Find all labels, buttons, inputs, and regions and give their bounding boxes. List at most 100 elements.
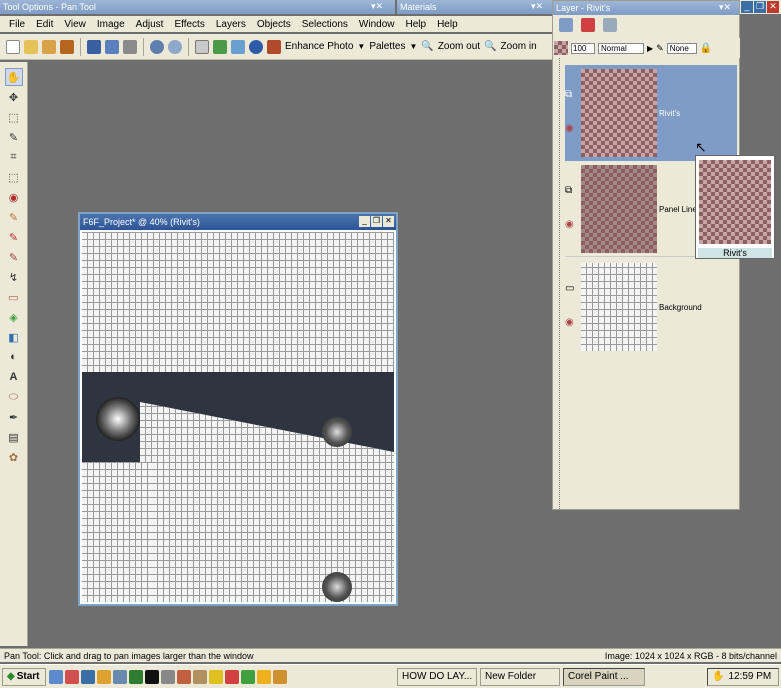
zoom-in-icon[interactable]: 🔍 (484, 41, 496, 52)
import-icon[interactable] (60, 39, 74, 54)
menu-adjust[interactable]: Adjust (131, 19, 170, 30)
pen-tool-icon[interactable]: ✒ (5, 408, 23, 426)
eye-icon[interactable]: ◉ (565, 123, 574, 134)
opacity-field[interactable]: 100 (571, 42, 595, 54)
enhance-photo-button[interactable]: Enhance Photo (285, 41, 353, 52)
quick-launch-icon[interactable] (113, 669, 127, 684)
new-layer-icon[interactable] (559, 18, 573, 32)
quick-launch-icon[interactable] (193, 669, 207, 684)
document-titlebar[interactable]: F6F_Project* @ 40% (Rivit's) _ ❐ ✕ (80, 214, 396, 230)
open-icon[interactable] (24, 39, 38, 54)
paint-brush-icon[interactable]: ✎ (5, 228, 23, 246)
layer-row-background[interactable]: ▭ ◉ Background (565, 259, 737, 355)
history-icon[interactable] (195, 39, 209, 54)
menu-objects[interactable]: Objects (252, 19, 297, 30)
color-replacer-icon[interactable]: ◐ (5, 348, 23, 366)
zoom-out-icon[interactable]: 🔍 (421, 41, 433, 52)
dropper-tool-icon[interactable]: ✎ (5, 128, 23, 146)
quick-launch-icon[interactable] (177, 669, 191, 684)
quick-launch-icon[interactable] (225, 669, 239, 684)
layer-visibility-icon[interactable]: ⧉ (565, 185, 572, 196)
menu-view[interactable]: View (59, 19, 92, 30)
picture-tube-icon[interactable]: ◧ (5, 328, 23, 346)
app-minimize-button[interactable]: _ (741, 1, 753, 13)
new-icon[interactable] (6, 39, 20, 54)
mask-select[interactable]: None (666, 42, 697, 54)
doc-close-button[interactable]: ✕ (383, 216, 394, 227)
app-maximize-button[interactable]: ❐ (754, 1, 766, 13)
materials-controls[interactable]: ▾✕ (525, 1, 549, 12)
layer-properties-icon[interactable] (603, 18, 617, 32)
pan-tool-icon[interactable]: ✋ (4, 68, 23, 86)
clone-tool-icon[interactable]: ✎ (5, 208, 23, 226)
quick-launch-icon[interactable] (145, 669, 159, 684)
object-selector-icon[interactable]: ✿ (5, 448, 23, 466)
selection-tool-icon[interactable]: ⬚ (5, 108, 23, 126)
zoom-out-button[interactable]: Zoom out (438, 41, 480, 52)
start-button[interactable]: ◆ Start (2, 667, 46, 686)
menu-file[interactable]: File (4, 19, 31, 30)
chevron-down-icon[interactable]: ▼ (357, 42, 365, 51)
quick-launch-icon[interactable] (241, 669, 255, 684)
menu-window[interactable]: Window (354, 19, 401, 30)
tray-icon[interactable]: ✋ (712, 671, 724, 682)
refresh-icon[interactable] (213, 39, 227, 54)
eye-icon[interactable]: ◉ (565, 317, 574, 328)
move-tool-icon[interactable]: ✥ (5, 88, 23, 106)
app-close-button[interactable]: ✕ (767, 1, 779, 13)
quick-launch-icon[interactable] (209, 669, 223, 684)
tool-options-controls[interactable]: ▾✕ (365, 1, 389, 12)
materials-titlebar[interactable]: Materials ▾✕ (397, 0, 552, 14)
save-as-icon[interactable] (105, 39, 119, 54)
info-icon[interactable] (249, 39, 263, 54)
doc-maximize-button[interactable]: ❐ (371, 216, 382, 227)
task-new-folder[interactable]: New Folder (480, 667, 560, 686)
quick-launch-icon[interactable] (81, 669, 95, 684)
layer-visibility-icon[interactable]: ⧉ (565, 89, 572, 100)
undo-icon[interactable] (150, 39, 164, 54)
eye-icon[interactable]: ◉ (565, 219, 574, 230)
quick-launch-icon[interactable] (49, 669, 63, 684)
red-eye-tool-icon[interactable]: ◉ (5, 188, 23, 206)
redo-icon[interactable] (168, 39, 182, 54)
quick-launch-icon[interactable] (257, 669, 271, 684)
browse-icon[interactable] (42, 39, 56, 54)
fill-tool-icon[interactable]: ◈ (5, 308, 23, 326)
eraser-tool-icon[interactable]: ▭ (5, 288, 23, 306)
airbrush-icon[interactable]: ✎ (5, 248, 23, 266)
doc-minimize-button[interactable]: _ (359, 216, 370, 227)
menu-image[interactable]: Image (92, 19, 131, 30)
quick-launch-icon[interactable] (129, 669, 143, 684)
task-corel-paint[interactable]: Corel Paint ... (563, 667, 645, 686)
layer-palette-titlebar[interactable]: Layer - Rivit's ▾✕ (553, 1, 739, 15)
browser-icon[interactable] (231, 39, 245, 54)
delete-layer-icon[interactable] (581, 18, 595, 32)
task-how-do-lay[interactable]: HOW DO LAY... (397, 667, 477, 686)
preset-shape-icon[interactable]: ⬭ (5, 388, 23, 406)
quick-launch-icon[interactable] (161, 669, 175, 684)
layer-visibility-icon[interactable]: ▭ (565, 283, 574, 294)
menu-help[interactable]: Help (400, 19, 432, 30)
save-icon[interactable] (87, 39, 101, 54)
palettes-button[interactable]: Palettes (369, 41, 405, 52)
deform-tool-icon[interactable]: ⬚ (5, 168, 23, 186)
lock-icon[interactable]: 🔒 (700, 43, 712, 54)
layer-palette-controls[interactable]: ▾✕ (713, 2, 737, 13)
warp-brush-icon[interactable]: ▤ (5, 428, 23, 446)
play-arrow-icon[interactable]: ▶ (647, 44, 653, 53)
quick-launch-icon[interactable] (273, 669, 287, 684)
lighten-tool-icon[interactable]: ↯ (5, 268, 23, 286)
print-icon[interactable] (123, 39, 137, 54)
chevron-down-icon[interactable]: ▼ (409, 42, 417, 51)
menu-layers[interactable]: Layers (211, 19, 252, 30)
menu-selections[interactable]: Selections (297, 19, 354, 30)
menu-effects[interactable]: Effects (169, 19, 210, 30)
layer-row-rivits[interactable]: ⧉ ◉ Rivit's (565, 65, 737, 161)
quick-launch-icon[interactable] (97, 669, 111, 684)
menu-edit[interactable]: Edit (31, 19, 59, 30)
zoom-in-button[interactable]: Zoom in (501, 41, 537, 52)
blend-mode-select[interactable]: Normal (598, 42, 644, 54)
menu-help-2[interactable]: Help (432, 19, 464, 30)
quick-launch-icon[interactable] (65, 669, 79, 684)
text-tool-icon[interactable]: A (5, 368, 23, 386)
